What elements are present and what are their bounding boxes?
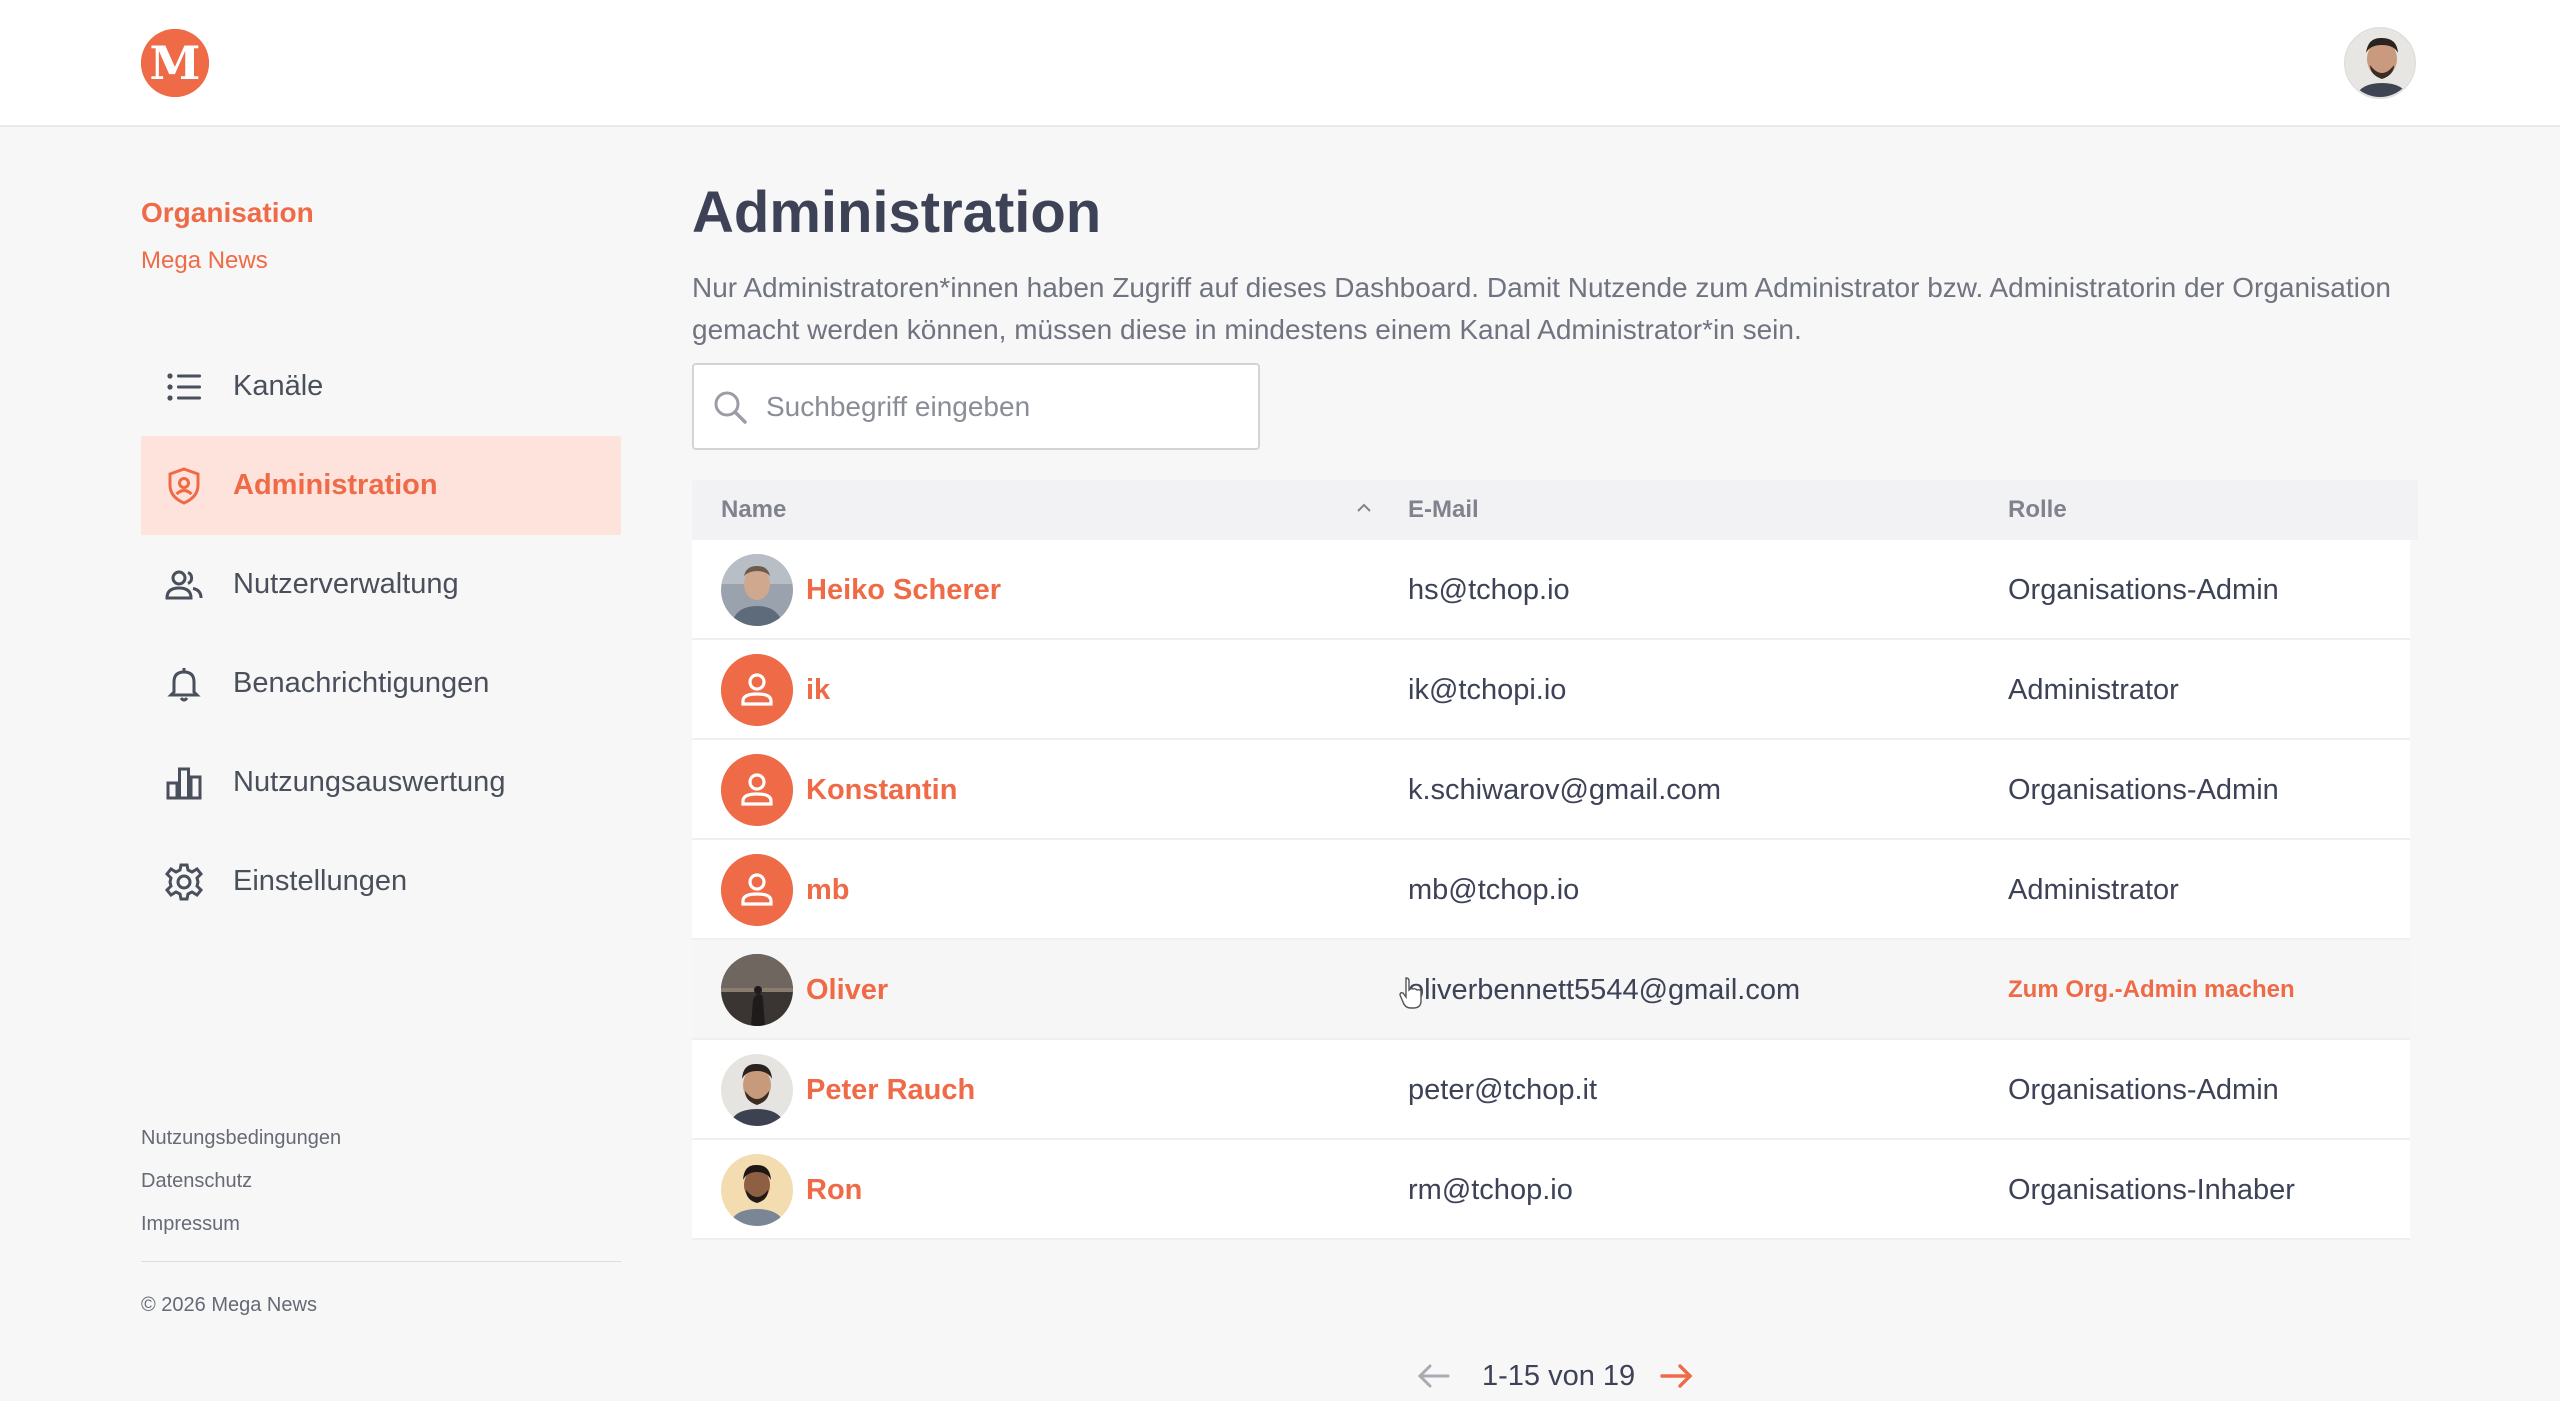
sidebar-item-administration[interactable]: Administration (141, 436, 621, 535)
footer-link-impressum[interactable]: Impressum (141, 1203, 341, 1246)
user-name-link[interactable]: ik (806, 640, 830, 740)
footer-link-nutzungsbedingungen[interactable]: Nutzungsbedingungen (141, 1117, 341, 1160)
user-name-link[interactable]: Ron (806, 1140, 862, 1240)
pagination: 1-15 von 19 (692, 1351, 2418, 1401)
user-role: Administrator (2008, 874, 2179, 906)
bell-icon (163, 663, 205, 705)
table-row[interactable]: Oliver oliverbennett5544@gmail.com Zum O… (692, 940, 2410, 1040)
sidebar-item-label: Benachrichtigungen (233, 667, 490, 699)
hand-cursor-icon (1399, 977, 1422, 1009)
sidebar-nav: Kanäle Administration Nutzerverwaltung B… (141, 337, 621, 931)
user-name-link[interactable]: Peter Rauch (806, 1040, 975, 1140)
search-input[interactable] (766, 390, 1258, 423)
user-email: mb@tchop.io (1408, 874, 1580, 906)
sidebar-item-kanaele[interactable]: Kanäle (141, 337, 621, 436)
table-row[interactable]: Ron rm@tchop.io Organisations-Inhaber (692, 1140, 2410, 1240)
user-role: Organisations-Admin (2008, 1074, 2279, 1106)
user-placeholder-icon (721, 754, 793, 826)
sort-ascending-icon[interactable] (1354, 498, 1374, 518)
column-header-role: Rolle (2008, 496, 2067, 523)
user-name-link[interactable]: Heiko Scherer (806, 540, 1001, 640)
sidebar-item-benachrichtigungen[interactable]: Benachrichtigungen (141, 634, 621, 733)
sidebar-item-einstellungen[interactable]: Einstellungen (141, 832, 621, 931)
avatar (721, 1054, 793, 1126)
copyright: © 2026 Mega News (141, 1294, 317, 1316)
user-role: Organisations-Inhaber (2008, 1174, 2295, 1206)
avatar (721, 854, 793, 926)
column-header-email: E-Mail (1408, 496, 1479, 523)
user-placeholder-icon (721, 654, 793, 726)
svg-text:M: M (150, 36, 201, 90)
avatar (721, 754, 793, 826)
table-row[interactable]: Peter Rauch peter@tchop.it Organisations… (692, 1040, 2410, 1140)
sidebar-item-label: Kanäle (233, 370, 324, 402)
bar-chart-icon (163, 762, 205, 804)
footer-link-datenschutz[interactable]: Datenschutz (141, 1160, 341, 1203)
user-name-link[interactable]: Konstantin (806, 740, 957, 840)
make-org-admin-button[interactable]: Zum Org.-Admin machen (2008, 940, 2295, 1040)
user-email: k.schiwarov@gmail.com (1408, 774, 1722, 806)
page-title: Administration (692, 180, 1102, 245)
brand-logo[interactable]: M (141, 29, 209, 97)
user-email: peter@tchop.it (1408, 1074, 1598, 1106)
user-placeholder-icon (721, 854, 793, 926)
user-email: ik@tchopi.io (1408, 674, 1567, 706)
footer-links: Nutzungsbedingungen Datenschutz Impressu… (141, 1117, 341, 1246)
avatar (721, 654, 793, 726)
pagination-status: 1-15 von 19 (1482, 1360, 1636, 1392)
search-icon (714, 391, 747, 424)
table-row[interactable]: ik ik@tchopi.io Administrator (692, 640, 2410, 740)
user-email: hs@tchop.io (1408, 574, 1570, 606)
table-row[interactable]: mb mb@tchop.io Administrator (692, 840, 2410, 940)
sidebar: Organisation Mega News Kanäle Administra… (141, 127, 621, 1354)
user-role: Organisations-Admin (2008, 574, 2279, 606)
sidebar-item-nutzerverwaltung[interactable]: Nutzerverwaltung (141, 535, 621, 634)
arrow-left-icon[interactable] (1414, 1356, 1454, 1396)
admin-table: Name E-Mail Rolle Heiko Scherer hs@tchop… (692, 480, 2418, 1240)
user-name-link[interactable]: Oliver (806, 940, 888, 1040)
user-role: Organisations-Admin (2008, 774, 2279, 806)
top-bar: M (0, 0, 2560, 127)
logo-m-icon: M (141, 29, 209, 97)
sidebar-item-label: Nutzungsauswertung (233, 766, 506, 798)
sidebar-item-label: Administration (233, 469, 438, 501)
avatar (721, 1154, 793, 1226)
org-title: Organisation (141, 197, 314, 228)
gear-icon (163, 861, 205, 903)
table-row[interactable]: Heiko Scherer hs@tchop.io Organisations-… (692, 540, 2410, 640)
list-icon (163, 366, 205, 408)
sidebar-item-nutzungsauswertung[interactable]: Nutzungsauswertung (141, 733, 621, 832)
org-name[interactable]: Mega News (141, 247, 268, 275)
user-role: Administrator (2008, 674, 2179, 706)
user-avatar[interactable] (2344, 27, 2416, 99)
users-icon (163, 564, 205, 606)
user-email: rm@tchop.io (1408, 1174, 1573, 1206)
footer-divider (141, 1261, 621, 1262)
search-box[interactable] (692, 363, 1260, 450)
avatar (721, 954, 793, 1026)
sidebar-item-label: Nutzerverwaltung (233, 568, 459, 600)
table-header: Name E-Mail Rolle (692, 480, 2418, 540)
shield-user-icon (163, 465, 205, 507)
user-name-link[interactable]: mb (806, 840, 850, 940)
avatar (721, 554, 793, 626)
sidebar-item-label: Einstellungen (233, 865, 408, 897)
column-header-name[interactable]: Name (721, 480, 786, 540)
arrow-right-icon[interactable] (1656, 1356, 1696, 1396)
table-row[interactable]: Konstantin k.schiwarov@gmail.com Organis… (692, 740, 2410, 840)
page-description: Nur Administratoren*innen haben Zugriff … (692, 272, 2392, 345)
user-email: oliverbennett5544@gmail.com (1408, 974, 1801, 1006)
